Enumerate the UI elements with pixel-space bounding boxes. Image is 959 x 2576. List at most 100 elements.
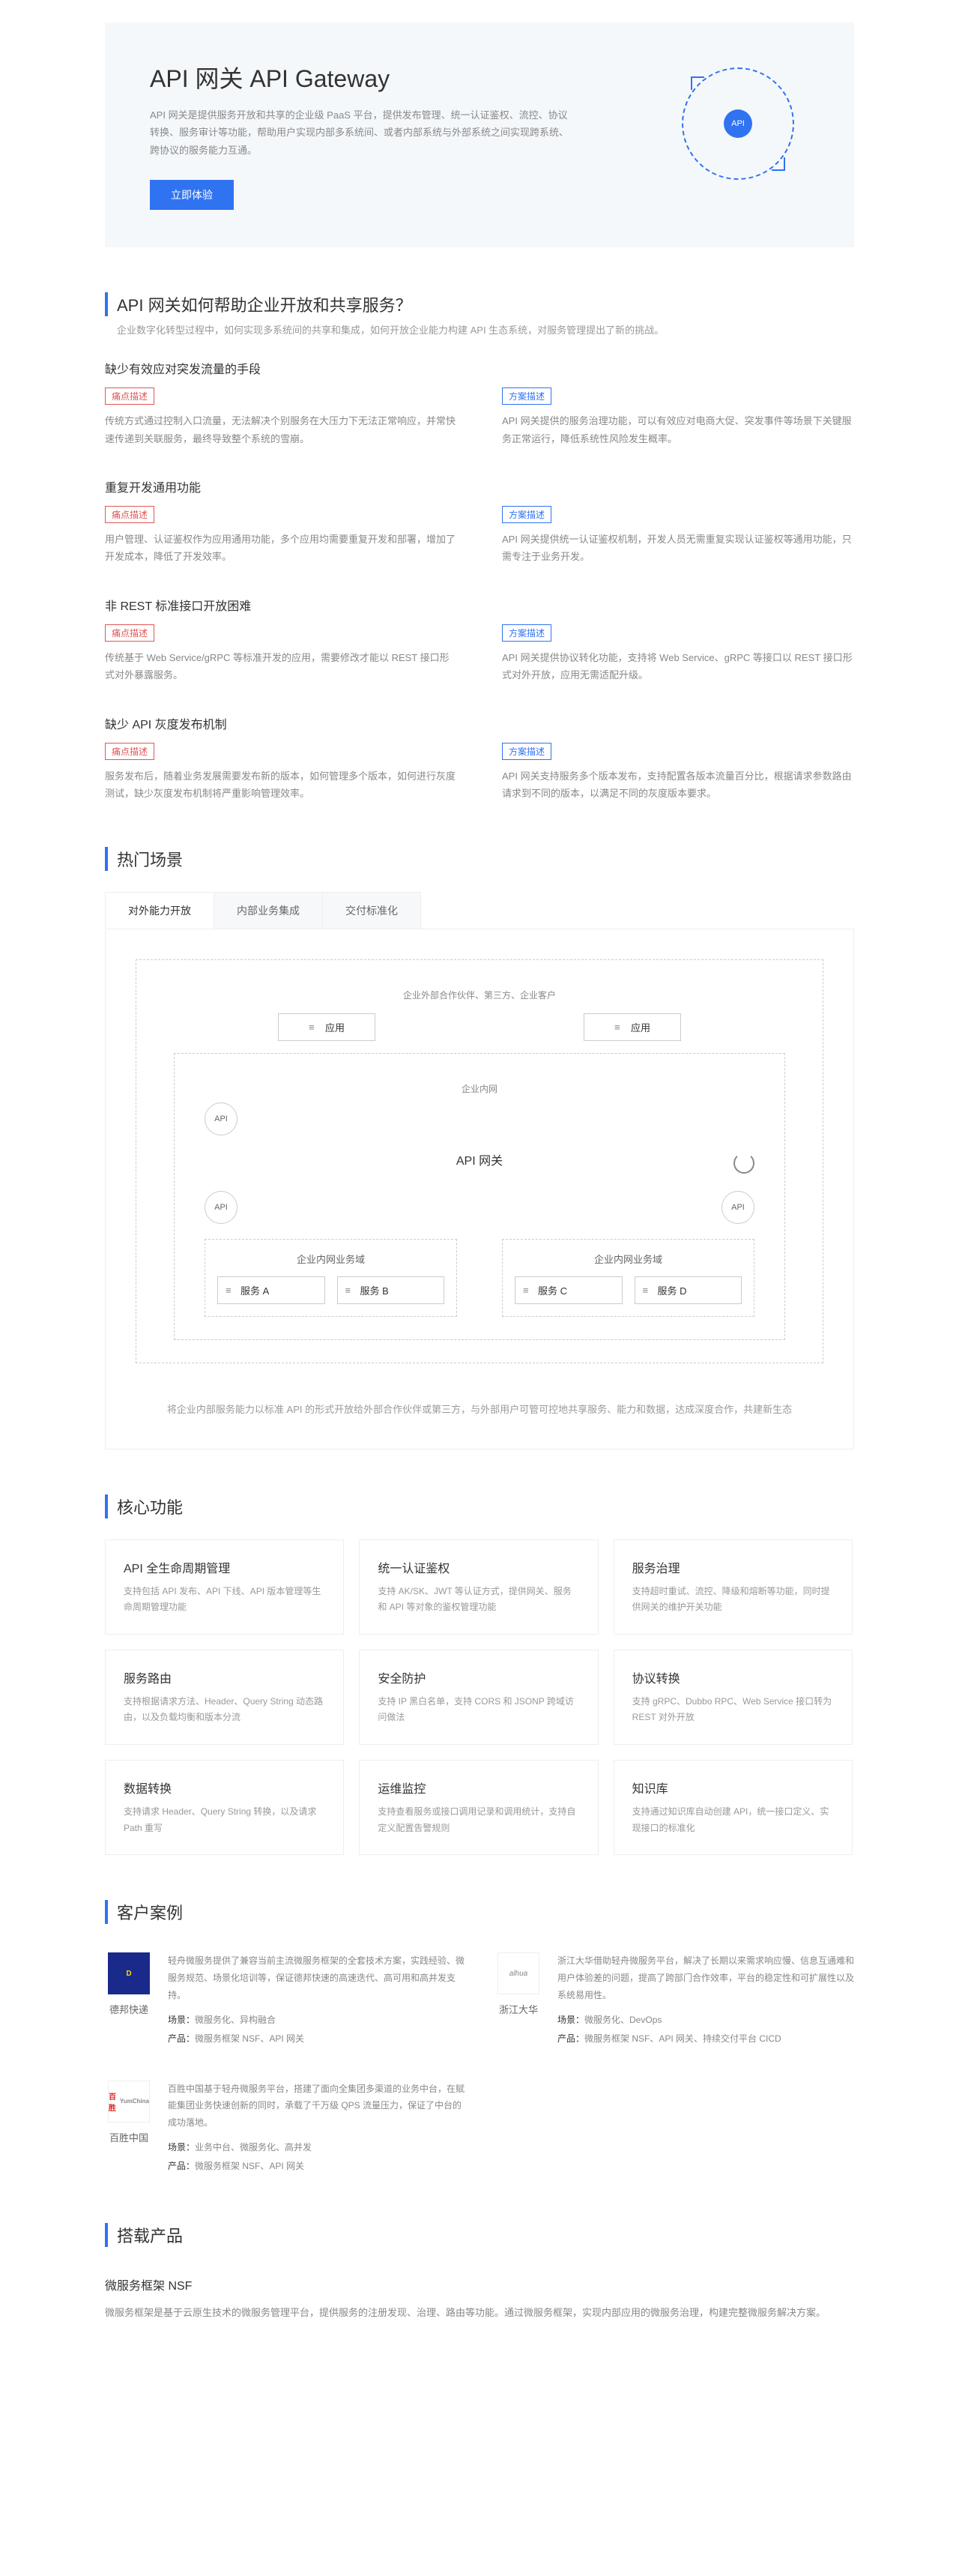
case-scene: 场景：微服务化、DevOps [557, 2013, 854, 2026]
feature-title: 服务路由 [124, 1668, 325, 1686]
case-product: 产品：微服务框架 NSF、API 网关 [168, 2159, 465, 2172]
challenge-title: 缺少有效应对突发流量的手段 [105, 359, 854, 377]
feature-card[interactable]: 运维监控 支持查看服务或接口调用记录和调用统计，支持自定义配置告警规则 [359, 1760, 598, 1855]
pain-text: 用户管理、认证鉴权作为应用通用功能，多个应用均需要重复开发和部署，增加了开发成本… [105, 531, 457, 566]
feature-desc: 支持根据请求方法、Header、Query String 动态路由，以及负载均衡… [124, 1694, 325, 1726]
service-box: 服务 D [635, 1276, 742, 1304]
pain-text: 传统方式通过控制入口流量，无法解决个别服务在大压力下无法正常响应，并常快速传递到… [105, 412, 457, 447]
solution-tag: 方案描述 [502, 506, 551, 523]
feature-card[interactable]: 统一认证鉴权 支持 AK/SK、JWT 等认证方式，提供网关、服务和 API 等… [359, 1539, 598, 1635]
case-logo: alhua [497, 1952, 539, 1994]
solution-tag: 方案描述 [502, 624, 551, 642]
case-item: 百胜YumChina 百胜中国 百胜中国基于轻舟微服务平台，搭建了面向全集团多渠… [105, 2081, 465, 2178]
feature-card[interactable]: 数据转换 支持请求 Header、Query String 转换，以及请求 Pa… [105, 1760, 344, 1855]
feature-title: 服务治理 [632, 1558, 834, 1576]
diagram-app-box: 应用 [584, 1013, 681, 1041]
case-logo: D [108, 1952, 150, 1994]
case-desc: 百胜中国基于轻舟微服务平台，搭建了面向全集团多渠道的业务中台，在赋能集团业务快速… [168, 2081, 465, 2132]
case-product: 产品：微服务框架 NSF、API 网关 [168, 2032, 465, 2045]
tab-internal[interactable]: 内部业务集成 [214, 892, 323, 929]
pain-tag: 痛点描述 [105, 624, 154, 642]
challenge-title: 非 REST 标准接口开放困难 [105, 596, 854, 614]
feature-card[interactable]: API 全生命周期管理 支持包括 API 发布、API 下线、API 版本管理等… [105, 1539, 344, 1635]
refresh-icon [733, 1153, 754, 1174]
list-icon [614, 1022, 625, 1033]
list-icon [643, 1285, 653, 1296]
section-title-cases: 客户案例 [105, 1900, 854, 1924]
diagram-intranet-label: 企业内网 [205, 1082, 754, 1095]
bundle-product-title: 微服务框架 NSF [105, 2275, 854, 2293]
try-now-button[interactable]: 立即体验 [150, 180, 234, 210]
case-product: 产品：微服务框架 NSF、API 网关、持续交付平台 CICD [557, 2032, 854, 2045]
feature-card[interactable]: 服务治理 支持超时重试、流控、降级和熔断等功能，同时提供网关的维护开关功能 [614, 1539, 853, 1635]
case-item: D 德邦快递 轻舟微服务提供了兼容当前主流微服务框架的全套技术方案，实践经验、微… [105, 1952, 465, 2050]
api-node-icon: API [721, 1191, 754, 1224]
api-node-icon: API [205, 1103, 238, 1135]
service-box: 服务 B [337, 1276, 445, 1304]
pain-text: 服务发布后，随着业务发展需要发布新的版本，如何管理多个版本，如何进行灰度测试，缺… [105, 767, 457, 803]
solution-tag: 方案描述 [502, 743, 551, 760]
diagram-external-label: 企业外部合作伙伴、第三方、企业客户 [174, 989, 785, 1001]
solution-tag: 方案描述 [502, 387, 551, 405]
diagram-app-box: 应用 [278, 1013, 375, 1041]
challenge-title: 重复开发通用功能 [105, 477, 854, 495]
case-desc: 浙江大华借助轻舟微服务平台，解决了长期以来需求响应慢、信息互通难和用户体验差的问… [557, 1952, 854, 2003]
feature-card[interactable]: 服务路由 支持根据请求方法、Header、Query String 动态路由，以… [105, 1650, 344, 1745]
tab-external[interactable]: 对外能力开放 [105, 892, 214, 929]
feature-desc: 支持包括 API 发布、API 下线、API 版本管理等生命周期管理功能 [124, 1584, 325, 1616]
feature-card[interactable]: 安全防护 支持 IP 黑白名单，支持 CORS 和 JSONP 跨域访问做法 [359, 1650, 598, 1745]
section-features: 核心功能 API 全生命周期管理 支持包括 API 发布、API 下线、API … [105, 1494, 854, 1856]
feature-desc: 支持超时重试、流控、降级和熔断等功能，同时提供网关的维护开关功能 [632, 1584, 834, 1616]
feature-card[interactable]: 协议转换 支持 gRPC、Dubbo RPC、Web Service 接口转为 … [614, 1650, 853, 1745]
pain-text: 传统基于 Web Service/gRPC 等标准开发的应用，需要修改才能以 R… [105, 649, 457, 684]
section-title-features: 核心功能 [105, 1494, 854, 1518]
diagram-panel: 企业外部合作伙伴、第三方、企业客户 应用 应用 企业内网 API API 网关 [105, 929, 854, 1449]
service-box: 服务 A [217, 1276, 325, 1304]
api-hero-icon: API [682, 67, 794, 180]
feature-title: API 全生命周期管理 [124, 1558, 325, 1576]
list-icon [226, 1285, 236, 1296]
feature-title: 协议转换 [632, 1668, 834, 1686]
feature-desc: 支持 IP 黑白名单，支持 CORS 和 JSONP 跨域访问做法 [378, 1694, 579, 1726]
feature-desc: 支持查看服务或接口调用记录和调用统计，支持自定义配置告警规则 [378, 1804, 579, 1836]
solution-text: API 网关支持服务多个版本发布，支持配置各版本流量百分比，根据请求参数路由请求… [502, 767, 854, 803]
feature-desc: 支持 gRPC、Dubbo RPC、Web Service 接口转为 REST … [632, 1694, 834, 1726]
service-box: 服务 C [515, 1276, 623, 1304]
feature-title: 安全防护 [378, 1668, 579, 1686]
section-scenes: 热门场景 对外能力开放 内部业务集成 交付标准化 企业外部合作伙伴、第三方、企业… [105, 847, 854, 1449]
domain-box: 企业内网业务域 服务 A 服务 B [205, 1239, 457, 1317]
section-subtitle-help: 企业数字化转型过程中，如何实现多系统间的共享和集成，如何开放企业能力构建 API… [105, 322, 854, 337]
case-name: 浙江大华 [499, 2002, 538, 2016]
feature-title: 统一认证鉴权 [378, 1558, 579, 1576]
case-scene: 场景：微服务化、异构融合 [168, 2013, 465, 2026]
scene-tabs: 对外能力开放 内部业务集成 交付标准化 [105, 892, 854, 929]
pain-tag: 痛点描述 [105, 506, 154, 523]
case-name: 德邦快递 [109, 2002, 148, 2016]
feature-desc: 支持 AK/SK、JWT 等认证方式，提供网关、服务和 API 等对象的鉴权管理… [378, 1584, 579, 1616]
section-title-bundle: 搭载产品 [105, 2223, 854, 2247]
domain-box: 企业内网业务域 服务 C 服务 D [502, 1239, 754, 1317]
solution-text: API 网关提供统一认证鉴权机制，开发人员无需重复实现认证鉴权等通用功能，只需专… [502, 531, 854, 566]
tab-standard[interactable]: 交付标准化 [322, 892, 421, 929]
solution-text: API 网关提供的服务治理功能，可以有效应对电商大促、突发事件等场景下关键服务正… [502, 412, 854, 447]
pain-tag: 痛点描述 [105, 743, 154, 760]
feature-desc: 支持请求 Header、Query String 转换，以及请求 Path 重写 [124, 1804, 325, 1836]
list-icon [345, 1285, 356, 1296]
section-bundle: 搭载产品 微服务框架 NSF 微服务框架是基于云原生技术的微服务管理平台，提供服… [105, 2223, 854, 2321]
case-scene: 场景：业务中台、微服务化、高并发 [168, 2141, 465, 2153]
section-title-scenes: 热门场景 [105, 847, 854, 871]
section-title-help: API 网关如何帮助企业开放和共享服务？ [105, 292, 854, 316]
feature-title: 数据转换 [124, 1779, 325, 1797]
diagram-gateway-title: API 网关 [342, 1150, 617, 1168]
feature-card[interactable]: 知识库 支持通过知识库自动创建 API，统一接口定义、实现接口的标准化 [614, 1760, 853, 1855]
list-icon [309, 1022, 319, 1033]
bundle-product-desc: 微服务框架是基于云原生技术的微服务管理平台，提供服务的注册发现、治理、路由等功能… [105, 2304, 854, 2321]
case-name: 百胜中国 [109, 2130, 148, 2144]
feature-title: 知识库 [632, 1779, 834, 1797]
case-item: alhua 浙江大华 浙江大华借助轻舟微服务平台，解决了长期以来需求响应慢、信息… [494, 1952, 854, 2050]
section-help: API 网关如何帮助企业开放和共享服务？ 企业数字化转型过程中，如何实现多系统间… [105, 292, 854, 802]
challenge-title: 缺少 API 灰度发布机制 [105, 714, 854, 732]
pain-tag: 痛点描述 [105, 387, 154, 405]
solution-text: API 网关提供协议转化功能，支持将 Web Service、gRPC 等接口以… [502, 649, 854, 684]
case-logo: 百胜YumChina [108, 2081, 150, 2123]
